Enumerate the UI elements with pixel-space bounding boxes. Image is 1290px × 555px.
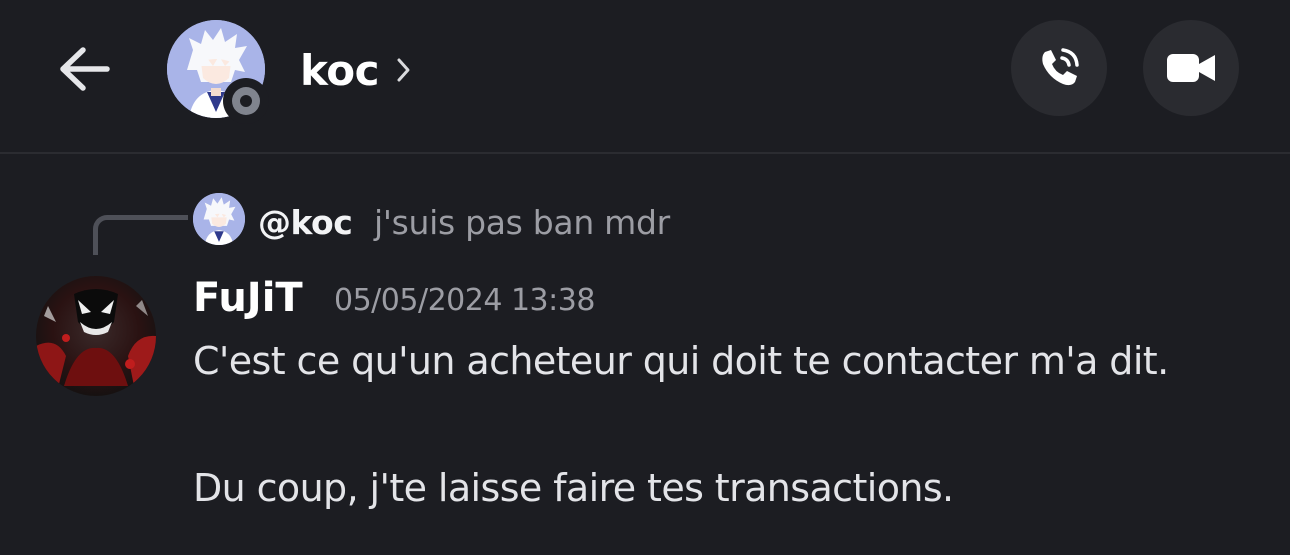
video-call-button[interactable] <box>1143 20 1239 116</box>
dm-screen: koc @koc j'suis pas ban mdr FuJiT 05/05/… <box>0 0 1290 555</box>
header-divider <box>0 152 1290 154</box>
channel-name[interactable]: koc <box>300 42 380 98</box>
chevron-right-icon[interactable] <box>396 48 412 92</box>
chat-header: koc <box>0 0 1290 152</box>
offline-status-icon <box>223 78 269 124</box>
message-text-line: C'est ce qu'un acheteur qui doit te cont… <box>193 339 1169 383</box>
message-text-line: Du coup, j'te laisse faire tes transacti… <box>193 466 954 510</box>
arrow-left-icon <box>60 47 110 91</box>
reply-author[interactable]: @koc <box>258 198 353 246</box>
reply-avatar[interactable] <box>193 193 245 245</box>
reply-text[interactable]: j'suis pas ban mdr <box>374 198 670 246</box>
voice-call-button[interactable] <box>1011 20 1107 116</box>
video-camera-icon <box>1167 54 1215 82</box>
message-timestamp: 05/05/2024 13:38 <box>334 282 595 318</box>
message-avatar[interactable] <box>36 276 156 396</box>
back-button[interactable] <box>50 38 116 100</box>
phone-call-icon <box>1042 48 1079 86</box>
message-author[interactable]: FuJiT <box>193 271 303 325</box>
reply-connector <box>93 215 188 255</box>
